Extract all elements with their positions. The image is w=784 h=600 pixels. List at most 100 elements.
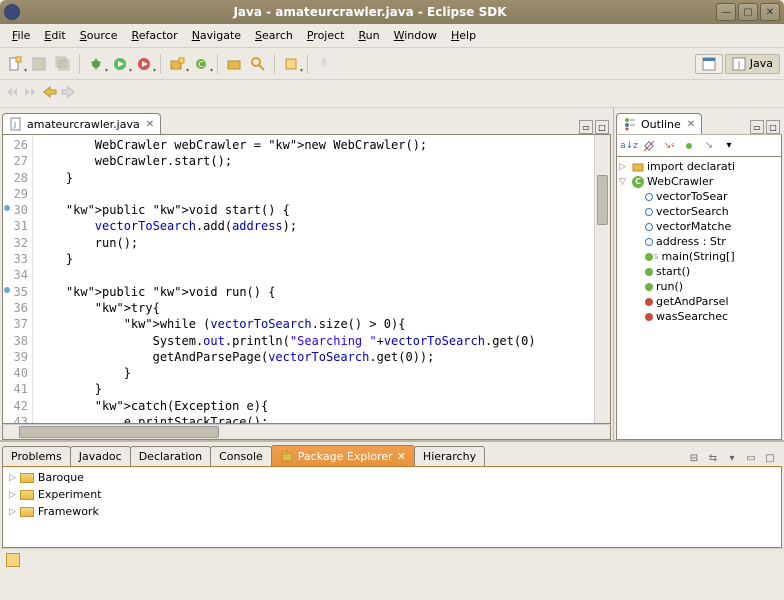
menu-refactor[interactable]: Refactor [126,27,184,44]
java-file-icon: J [9,117,23,131]
outline-member[interactable]: vectorToSear [619,189,779,204]
new-class-button[interactable]: C [190,53,212,75]
bottom-tab-bar: ProblemsJavadocDeclarationConsolePackage… [0,442,784,466]
outline-member[interactable]: vectorMatche [619,219,779,234]
menu-search[interactable]: Search [249,27,299,44]
editor-tab-label: amateurcrawler.java [27,118,140,131]
java-perspective-button[interactable]: J Java [725,54,780,74]
run-external-button[interactable] [133,53,155,75]
annotation-nav-button[interactable] [280,53,302,75]
maximize-view-button[interactable]: □ [595,120,609,134]
package-explorer-content[interactable]: ▷Baroque▷Experiment▷Framework [2,466,782,548]
svg-text:J: J [13,121,16,129]
collapse-all-button[interactable]: ⊟ [686,450,702,466]
vertical-scrollbar[interactable] [594,135,610,423]
prev-edit-button[interactable] [4,84,20,103]
outline-member[interactable]: wasSearchec [619,309,779,324]
pin-button[interactable] [313,53,335,75]
package-framework[interactable]: ▷Framework [5,503,779,520]
bottom-tab-problems[interactable]: Problems [2,446,71,466]
editor-tab[interactable]: J amateurcrawler.java ✕ [2,113,161,134]
open-type-button[interactable] [223,53,245,75]
bottom-tab-console[interactable]: Console [210,446,272,466]
editor-tab-close-icon[interactable]: ✕ [146,119,154,130]
hide-fields-button[interactable] [641,138,657,154]
package-baroque[interactable]: ▷Baroque [5,469,779,486]
sort-button[interactable]: a↓z [621,138,637,154]
menu-project[interactable]: Project [301,27,351,44]
minimize-button[interactable]: — [716,3,736,21]
code-editor[interactable]: 262728293031323334353637383940414243 Web… [2,134,611,424]
window-title: Java - amateurcrawler.java - Eclipse SDK [26,5,714,19]
menu-run[interactable]: Run [353,27,386,44]
outline-member[interactable]: vectorSearch [619,204,779,219]
outline-member[interactable]: getAndParsel [619,294,779,309]
status-bar [0,548,784,570]
close-icon[interactable]: ✕ [397,450,406,463]
secondary-toolbar [0,80,784,108]
view-menu-button[interactable]: ▾ [724,450,740,466]
forward-button[interactable] [60,84,76,103]
save-button[interactable] [28,53,50,75]
hide-local-button[interactable]: ↘ [701,138,717,154]
minimize-view-button[interactable]: ▭ [579,120,593,134]
outline-class[interactable]: ▽CWebCrawler [619,174,779,189]
status-icon [6,553,20,567]
hide-nonpublic-button[interactable] [681,138,697,154]
code-content[interactable]: WebCrawler webCrawler = "kw">new WebCraw… [33,135,594,423]
maximize-button[interactable]: ▢ [738,3,758,21]
new-button[interactable] [4,53,26,75]
editor-area: J amateurcrawler.java ✕ ▭ □ 262728293031… [0,108,614,440]
bottom-tab-package-explorer[interactable]: Package Explorer✕ [271,445,415,466]
menu-help[interactable]: Help [445,27,482,44]
minimize-button[interactable]: ▭ [743,450,759,466]
maximize-button[interactable]: □ [762,450,778,466]
menu-edit[interactable]: Edit [38,27,71,44]
editor-tab-bar: J amateurcrawler.java ✕ ▭ □ [2,110,611,134]
back-button[interactable] [42,84,58,103]
run-button[interactable] [109,53,131,75]
svg-text:C: C [198,60,204,69]
outline-tab[interactable]: Outline ✕ [616,113,702,134]
main-menu-bar: FileEditSourceRefactorNavigateSearchProj… [0,24,784,48]
outline-member[interactable]: start() [619,264,779,279]
new-package-button[interactable] [166,53,188,75]
bottom-tab-hierarchy[interactable]: Hierarchy [414,446,485,466]
bottom-tab-declaration[interactable]: Declaration [130,446,211,466]
package-experiment[interactable]: ▷Experiment [5,486,779,503]
menu-window[interactable]: Window [388,27,443,44]
outline-member[interactable]: Smain(String[] [619,249,779,264]
outline-maximize-button[interactable]: □ [766,120,780,134]
outline-toolbar: a↓z ↘s ↘ ▾ [616,134,782,156]
outline-member[interactable]: run() [619,279,779,294]
bottom-tab-javadoc[interactable]: Javadoc [70,446,131,466]
bottom-view-area: ProblemsJavadocDeclarationConsolePackage… [0,440,784,548]
view-menu-button[interactable]: ▾ [721,138,737,154]
search-button[interactable] [247,53,269,75]
outline-import[interactable]: ▷import declarati [619,159,779,174]
horizontal-scrollbar[interactable] [2,424,611,440]
close-button[interactable]: ✕ [760,3,780,21]
svg-text:J: J [737,60,740,69]
menu-file[interactable]: File [6,27,36,44]
open-perspective-button[interactable]: + [695,54,723,74]
link-editor-button[interactable]: ⇆ [705,450,721,466]
outline-icon [623,117,637,131]
outline-member[interactable]: address : Str [619,234,779,249]
window-titlebar: Java - amateurcrawler.java - Eclipse SDK… [0,0,784,24]
app-icon [4,4,20,20]
menu-source[interactable]: Source [74,27,124,44]
menu-navigate[interactable]: Navigate [186,27,247,44]
outline-tree[interactable]: ▷import declarati▽CWebCrawlervectorToSea… [616,156,782,440]
outline-close-icon[interactable]: ✕ [687,119,695,130]
debug-button[interactable] [85,53,107,75]
outline-view: Outline ✕ ▭ □ a↓z ↘s ↘ ▾ ▷import declara… [614,108,784,440]
next-edit-button[interactable] [22,84,38,103]
perspective-label: Java [750,57,773,70]
hide-static-button[interactable]: ↘s [661,138,677,154]
line-number-gutter: 262728293031323334353637383940414243 [3,135,33,423]
save-all-button[interactable] [52,53,74,75]
outline-title: Outline [641,118,681,131]
outline-minimize-button[interactable]: ▭ [750,120,764,134]
main-toolbar: C + J Java [0,48,784,80]
